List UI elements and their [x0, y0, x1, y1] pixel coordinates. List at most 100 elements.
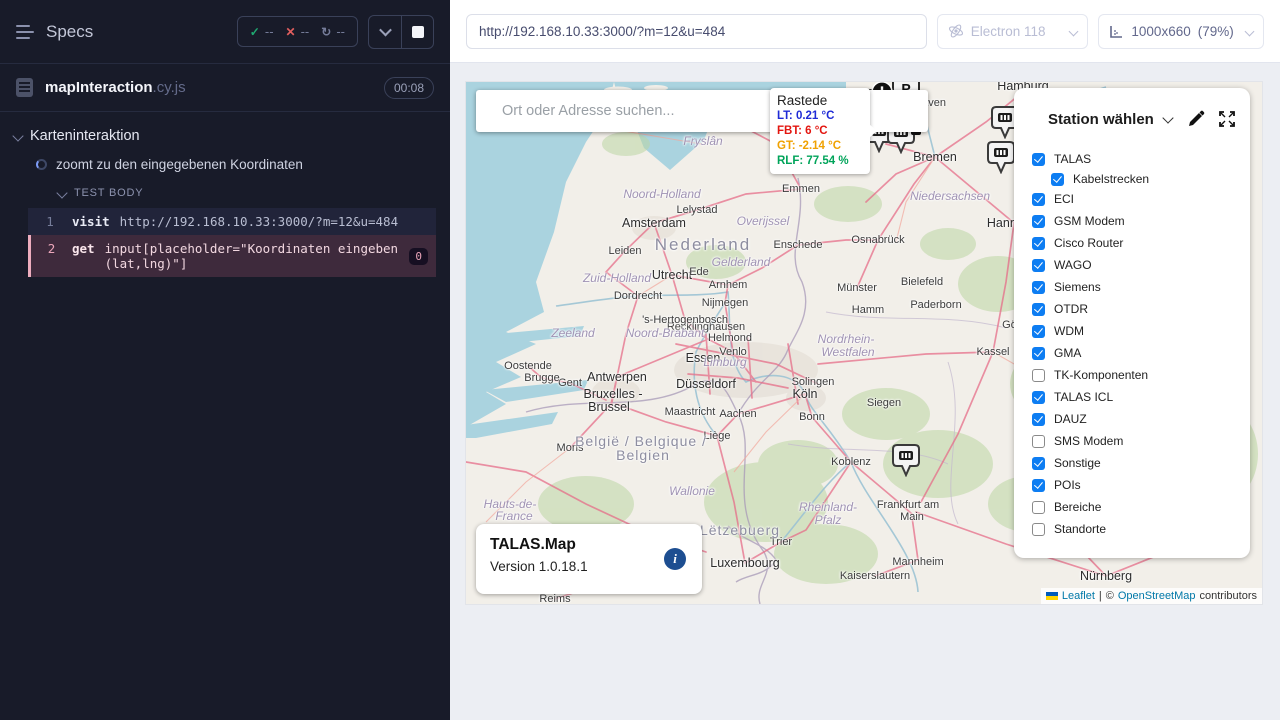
osm-link[interactable]: OpenStreetMap	[1118, 590, 1196, 602]
checkbox-unchecked[interactable]	[1032, 369, 1045, 382]
leaflet-link[interactable]: Leaflet	[1062, 590, 1095, 602]
pending-refresh-icon: ↻	[321, 25, 331, 39]
stop-run-button[interactable]	[401, 16, 433, 48]
checkbox-label: WDM	[1054, 324, 1084, 338]
checkbox-label: Siemens	[1054, 280, 1101, 294]
cable-station-marker[interactable]	[892, 444, 920, 482]
command-count-badge: 0	[409, 248, 428, 265]
checkbox-unchecked[interactable]	[1032, 501, 1045, 514]
station-filter-gsm-modem[interactable]: GSM Modem	[1032, 210, 1250, 232]
station-filter-standorte[interactable]: Standorte	[1032, 518, 1250, 540]
checkbox-label: SMS Modem	[1054, 434, 1123, 448]
station-filter-cisco-router[interactable]: Cisco Router	[1032, 232, 1250, 254]
station-filter-siemens[interactable]: Siemens	[1032, 276, 1250, 298]
station-filter-talas[interactable]: TALAS	[1032, 148, 1250, 170]
specs-menu-icon[interactable]	[16, 24, 36, 40]
viewport-zoom: (79%)	[1198, 24, 1234, 39]
info-icon[interactable]: i	[664, 548, 686, 570]
command-get[interactable]: 2 get input[placeholder="Koordinaten ein…	[28, 235, 436, 277]
checkbox-checked[interactable]	[1032, 237, 1045, 250]
chevron-down-icon	[1069, 26, 1079, 36]
checkbox-checked[interactable]	[1032, 259, 1045, 272]
test-toggle[interactable]: zoomt zu den eingegebenen Koordinaten	[36, 157, 450, 172]
app-version: Version 1.0.18.1	[490, 559, 688, 574]
test-stats: ✓ -- ✕ -- ↻ --	[237, 16, 358, 47]
command-line-number: 2	[31, 241, 72, 271]
station-filter-pois[interactable]: POIs	[1032, 474, 1250, 496]
viewport-size: 1000x660	[1131, 24, 1190, 39]
viewport-select[interactable]: 1000x660 (79%)	[1098, 14, 1264, 49]
checkbox-unchecked[interactable]	[1032, 523, 1045, 536]
checkbox-checked[interactable]	[1032, 479, 1045, 492]
passed-count: --	[265, 24, 274, 39]
station-filter-dauz[interactable]: DAUZ	[1032, 408, 1250, 430]
runner-header: Electron 118 1000x660 (79%)	[450, 0, 1280, 63]
cable-station-marker[interactable]	[987, 141, 1015, 179]
cypress-reporter: Specs ✓ -- ✕ -- ↻ -- mapInteraction.cy.j…	[0, 0, 450, 720]
passed-check-icon: ✓	[250, 25, 260, 39]
pending-count: --	[336, 24, 345, 39]
station-filter-bereiche[interactable]: Bereiche	[1032, 496, 1250, 518]
test-body-label: TEST BODY	[74, 187, 143, 199]
url-input[interactable]	[466, 14, 927, 49]
checkbox-label: Kabelstrecken	[1073, 172, 1149, 186]
electron-icon	[948, 23, 964, 39]
checkbox-checked[interactable]	[1032, 325, 1045, 338]
checkbox-checked[interactable]	[1032, 153, 1045, 166]
viewport-icon	[1109, 24, 1124, 39]
station-filter-wdm[interactable]: WDM	[1032, 320, 1250, 342]
checkbox-unchecked[interactable]	[1032, 435, 1045, 448]
spec-name-base: mapInteraction	[45, 79, 153, 96]
stat-pending: ↻ --	[321, 24, 345, 39]
spec-file-icon	[16, 78, 33, 97]
station-filter-sms-modem[interactable]: SMS Modem	[1032, 430, 1250, 452]
tooltip-arrow	[869, 124, 877, 138]
edit-pencil-icon[interactable]	[1187, 110, 1205, 128]
checkbox-checked[interactable]	[1032, 281, 1045, 294]
tooltip-values: LT: 0.21 °CFBT: 6 °CGT: -2.14 °CRLF: 77.…	[777, 109, 863, 169]
suite-toggle[interactable]: Karteninteraktion	[14, 128, 450, 144]
checkbox-label: Standorte	[1054, 522, 1106, 536]
checkbox-checked[interactable]	[1032, 303, 1045, 316]
checkbox-checked[interactable]	[1032, 347, 1045, 360]
checkbox-label: GSM Modem	[1054, 214, 1125, 228]
map-attribution: Leaflet | © OpenStreetMap contributors	[1041, 588, 1262, 604]
command-line-number: 1	[28, 214, 72, 229]
station-filter-kabelstrecken[interactable]: Kabelstrecken	[1051, 170, 1250, 188]
reporter-header: Specs ✓ -- ✕ -- ↻ --	[0, 0, 450, 64]
tooltip-row: FBT: 6 °C	[777, 124, 863, 139]
chevron-down-icon	[379, 24, 392, 37]
command-arg: http://192.168.10.33:3000/?m=12&u=484	[120, 214, 398, 229]
spec-row[interactable]: mapInteraction.cy.js 00:08	[0, 64, 450, 112]
test-body-toggle[interactable]: TEST BODY	[58, 187, 450, 199]
station-filter-wago[interactable]: WAGO	[1032, 254, 1250, 276]
checkbox-checked[interactable]	[1032, 391, 1045, 404]
chevron-down-icon[interactable]	[1162, 112, 1173, 123]
run-controls	[368, 15, 434, 49]
station-filter-talas-icl[interactable]: TALAS ICL	[1032, 386, 1250, 408]
checkbox-checked[interactable]	[1032, 457, 1045, 470]
station-filter-sonstige[interactable]: Sonstige	[1032, 452, 1250, 474]
checkbox-checked[interactable]	[1032, 413, 1045, 426]
command-arg: input[placeholder="Koordinaten eingeben …	[105, 241, 402, 271]
browser-select[interactable]: Electron 118	[937, 14, 1089, 49]
spec-name: mapInteraction.cy.js	[45, 79, 186, 96]
checkbox-label: OTDR	[1054, 302, 1088, 316]
collapse-all-button[interactable]	[369, 16, 401, 48]
command-visit[interactable]: 1 visit http://192.168.10.33:3000/?m=12&…	[28, 208, 436, 235]
fullscreen-expand-icon[interactable]	[1218, 110, 1236, 128]
station-filter-gma[interactable]: GMA	[1032, 342, 1250, 364]
checkbox-checked[interactable]	[1032, 193, 1045, 206]
checkbox-checked[interactable]	[1032, 215, 1045, 228]
station-select-dropdown[interactable]: Station wählen	[1048, 111, 1154, 128]
station-filter-eci[interactable]: ECI	[1032, 188, 1250, 210]
station-filter-tk-komponenten[interactable]: TK-Komponenten	[1032, 364, 1250, 386]
leaflet-map[interactable]: HamburgBremerhavenBremenHannoverOsnabrüc…	[466, 82, 1262, 604]
checkbox-label: ECI	[1054, 192, 1074, 206]
checkbox-checked[interactable]	[1051, 173, 1064, 186]
station-filter-otdr[interactable]: OTDR	[1032, 298, 1250, 320]
app-title: TALAS.Map	[490, 536, 688, 554]
checkbox-label: Sonstige	[1054, 456, 1101, 470]
stop-icon	[412, 26, 424, 38]
chevron-down-icon	[12, 130, 23, 141]
